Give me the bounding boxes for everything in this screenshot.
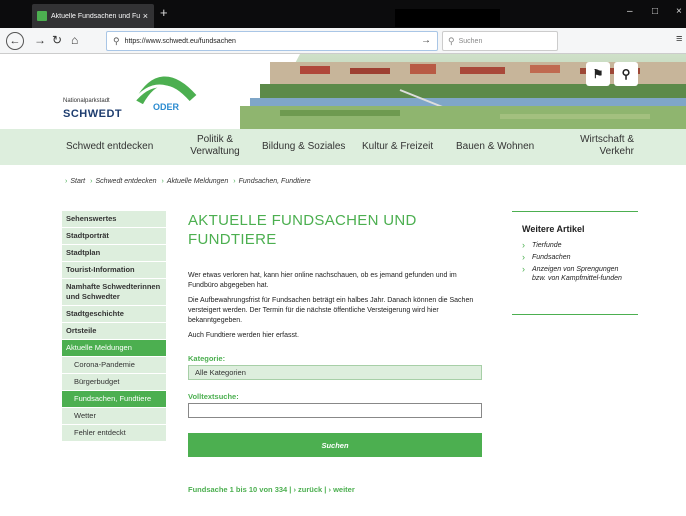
chevron-right-icon: › (233, 178, 236, 185)
nav-schwedt-entdecken[interactable]: Schwedt entdecken (66, 141, 153, 153)
sidebar-item-stadtplan[interactable]: Stadtplan (62, 245, 166, 262)
main-content: AKTUELLE FUNDSACHEN UND FUNDTIERE Wer et… (188, 211, 488, 494)
related-articles-box: Weitere Artikel Tierfunde Fundsachen Anz… (512, 211, 638, 315)
sidebar-item-aktuelle-meldungen[interactable]: Aktuelle Meldungen (62, 340, 166, 357)
pagination[interactable]: Fundsache 1 bis 10 von 334 | › zurück | … (188, 485, 488, 494)
reload-button[interactable]: ↻ (52, 33, 62, 47)
sidebar-item-tourist-information[interactable]: Tourist-Information (62, 262, 166, 279)
tab-title: Aktuelle Fundsachen und Fund (51, 12, 140, 20)
related-link-tierfunde[interactable]: Tierfunde (522, 241, 628, 250)
tab-close-icon[interactable]: × (143, 11, 148, 21)
sidebar-item-fundsachen[interactable]: Fundsachen, Fundtiere (62, 391, 166, 408)
minimize-button[interactable]: – (627, 6, 633, 17)
chevron-right-icon: › (90, 178, 93, 185)
close-window-button[interactable]: × (676, 6, 682, 17)
browser-search-input[interactable]: ⚲ Suchen (442, 31, 558, 51)
fulltext-label: Volltextsuche: (188, 392, 239, 401)
browser-window: Aktuelle Fundsachen und Fund × + – □ × ←… (0, 0, 686, 516)
browser-tab[interactable]: Aktuelle Fundsachen und Fund × (32, 4, 154, 28)
nav-bildung-soziales[interactable]: Bildung & Soziales (262, 141, 345, 153)
go-arrow-icon[interactable]: → (421, 35, 431, 46)
related-link-sprengungen[interactable]: Anzeigen von Sprengungen bzw. von Kampfm… (522, 265, 628, 283)
site-header: Nationalparkstadt SCHWEDT ODER ⚑ ⚲ (0, 54, 686, 129)
nav-politik-verwaltung[interactable]: Politik & Verwaltung (180, 134, 250, 158)
page-title: AKTUELLE FUNDSACHEN UND FUNDTIERE (188, 212, 417, 248)
sidebar-item-wetter[interactable]: Wetter (62, 408, 166, 425)
sidebar-navigation: Sehenswertes Stadtporträt Stadtplan Tour… (62, 211, 166, 442)
category-label: Kategorie: (188, 354, 226, 363)
redacted-area (395, 9, 500, 27)
browser-toolbar: ← → ↻ ⌂ ⚲ https://www.schwedt.eu/fundsac… (0, 28, 686, 54)
category-selected-value: Alle Kategorien (195, 368, 246, 377)
nav-bauen-wohnen[interactable]: Bauen & Wohnen (456, 141, 534, 153)
search-placeholder: Suchen (458, 37, 483, 45)
sidebar-item-corona-pandemie[interactable]: Corona-Pandemie (62, 357, 166, 374)
sidebar-item-ortsteile[interactable]: Ortsteile (62, 323, 166, 340)
retention-paragraph: Die Aufbewahrungsfrist für Fundsachen be… (188, 297, 474, 324)
flag-icon[interactable]: ⚑ (586, 62, 610, 86)
site-logo[interactable]: Nationalparkstadt SCHWEDT ODER (63, 68, 213, 120)
home-icon[interactable]: ⌂ (71, 33, 78, 47)
search-icon: ⚲ (448, 35, 455, 46)
category-select[interactable]: Alle Kategorien (188, 365, 482, 380)
intro-paragraph: Wer etwas verloren hat, kann hier online… (188, 272, 457, 289)
sidebar-item-fehler-entdeckt[interactable]: Fehler entdeckt (62, 425, 166, 442)
fulltext-search-input[interactable] (188, 403, 482, 418)
maximize-button[interactable]: □ (652, 6, 658, 17)
nav-wirtschaft-verkehr[interactable]: Wirtschaft & Verkehr (566, 134, 634, 158)
logo-arc-icon (131, 76, 197, 104)
logo-line2: SCHWEDT (63, 108, 123, 120)
address-bar[interactable]: ⚲ https://www.schwedt.eu/fundsachen → (106, 31, 438, 51)
chevron-right-icon: › (65, 178, 68, 185)
main-navigation: Schwedt entdecken Politik & Verwaltung B… (0, 129, 686, 165)
search-icon[interactable]: ⚲ (614, 62, 638, 86)
chevron-right-icon: › (161, 178, 164, 185)
logo-line1: Nationalparkstadt (63, 98, 110, 104)
search-button[interactable]: Suchen (188, 433, 482, 457)
animals-paragraph: Auch Fundtiere werden hier erfasst. (188, 332, 299, 339)
new-tab-button[interactable]: + (160, 5, 168, 20)
sidebar-item-stadtgeschichte[interactable]: Stadtgeschichte (62, 306, 166, 323)
breadcrumb-aktuelle-meldungen[interactable]: Aktuelle Meldungen (167, 178, 229, 185)
hamburger-menu-icon[interactable]: ≡ (676, 33, 682, 45)
tab-bar: Aktuelle Fundsachen und Fund × + – □ × (0, 0, 686, 28)
back-button[interactable]: ← (6, 32, 24, 50)
sidebar-item-stadtportraet[interactable]: Stadtporträt (62, 228, 166, 245)
nav-kultur-freizeit[interactable]: Kultur & Freizeit (362, 141, 433, 153)
site-favicon-icon (37, 11, 47, 21)
sidebar-item-namhafte[interactable]: Namhafte Schwedterinnen und Schwedter (62, 279, 166, 306)
related-articles-title: Weitere Artikel (522, 224, 585, 234)
url-text: https://www.schwedt.eu/fundsachen (124, 37, 236, 45)
breadcrumb-schwedt-entdecken[interactable]: Schwedt entdecken (95, 178, 156, 185)
sidebar-item-buergerbudget[interactable]: Bürgerbudget (62, 374, 166, 391)
logo-oder: ODER (153, 102, 180, 112)
breadcrumb-current: Fundsachen, Fundtiere (238, 178, 311, 185)
search-icon: ⚲ (113, 35, 120, 46)
related-link-fundsachen[interactable]: Fundsachen (522, 253, 628, 262)
breadcrumb-start[interactable]: Start (70, 178, 85, 185)
sidebar-item-sehenswertes[interactable]: Sehenswertes (62, 211, 166, 228)
breadcrumb: › Start › Schwedt entdecken › Aktuelle Meld… (62, 178, 311, 185)
forward-button[interactable]: → (34, 33, 46, 47)
